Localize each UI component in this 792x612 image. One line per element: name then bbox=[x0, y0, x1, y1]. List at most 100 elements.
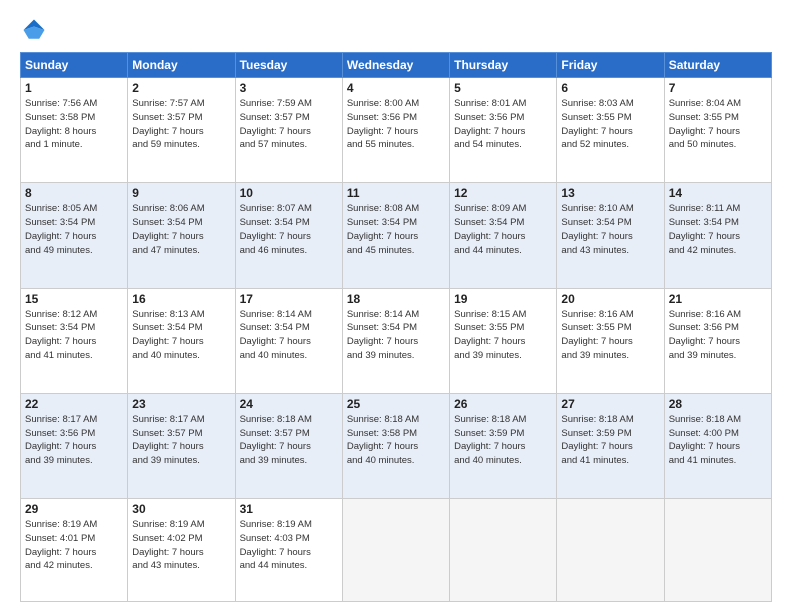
day-number: 7 bbox=[669, 81, 767, 95]
day-info: Sunrise: 8:12 AM Sunset: 3:54 PM Dayligh… bbox=[25, 308, 123, 363]
day-number: 29 bbox=[25, 502, 123, 516]
day-number: 21 bbox=[669, 292, 767, 306]
calendar-header-saturday: Saturday bbox=[664, 53, 771, 78]
day-number: 18 bbox=[347, 292, 445, 306]
calendar-cell: 5 Sunrise: 8:01 AM Sunset: 3:56 PM Daylig… bbox=[450, 78, 557, 183]
day-number: 22 bbox=[25, 397, 123, 411]
calendar-cell: 9 Sunrise: 8:06 AM Sunset: 3:54 PM Daylig… bbox=[128, 183, 235, 288]
day-number: 27 bbox=[561, 397, 659, 411]
day-info: Sunrise: 8:10 AM Sunset: 3:54 PM Dayligh… bbox=[561, 202, 659, 257]
calendar-cell: 19Sunrise: 8:15 AM Sunset: 3:55 PM Dayli… bbox=[450, 288, 557, 393]
calendar-cell: 2Sunrise: 7:57 AM Sunset: 3:57 PM Daylig… bbox=[128, 78, 235, 183]
calendar-cell: 26 Sunrise: 8:18 AM Sunset: 3:59 PM Dayli… bbox=[450, 393, 557, 498]
day-info: Sunrise: 8:05 AM Sunset: 3:54 PM Dayligh… bbox=[25, 202, 123, 257]
day-number: 26 bbox=[454, 397, 552, 411]
day-number: 4 bbox=[347, 81, 445, 95]
calendar-cell: 13Sunrise: 8:10 AM Sunset: 3:54 PM Dayli… bbox=[557, 183, 664, 288]
calendar-cell: 23Sunrise: 8:17 AM Sunset: 3:57 PM Dayli… bbox=[128, 393, 235, 498]
calendar-cell: 28 Sunrise: 8:18 AM Sunset: 4:00 PM Dayli… bbox=[664, 393, 771, 498]
day-info: Sunrise: 8:03 AM Sunset: 3:55 PM Dayligh… bbox=[561, 97, 659, 152]
day-info: Sunrise: 8:13 AM Sunset: 3:54 PM Dayligh… bbox=[132, 308, 230, 363]
day-info: Sunrise: 8:06 AM Sunset: 3:54 PM Dayligh… bbox=[132, 202, 230, 257]
day-info: Sunrise: 8:08 AM Sunset: 3:54 PM Dayligh… bbox=[347, 202, 445, 257]
calendar-cell: 31 Sunrise: 8:19 AM Sunset: 4:03 PM Dayli… bbox=[235, 499, 342, 602]
day-info: Sunrise: 8:04 AM Sunset: 3:55 PM Dayligh… bbox=[669, 97, 767, 152]
calendar-cell: 25 Sunrise: 8:18 AM Sunset: 3:58 PM Dayli… bbox=[342, 393, 449, 498]
calendar-cell: 27 Sunrise: 8:18 AM Sunset: 3:59 PM Dayli… bbox=[557, 393, 664, 498]
day-info: Sunrise: 8:18 AM Sunset: 3:59 PM Dayligh… bbox=[561, 413, 659, 468]
calendar-header-monday: Monday bbox=[128, 53, 235, 78]
calendar-header-thursday: Thursday bbox=[450, 53, 557, 78]
logo-icon bbox=[20, 16, 48, 44]
calendar-cell bbox=[450, 499, 557, 602]
day-info: Sunrise: 8:17 AM Sunset: 3:56 PM Dayligh… bbox=[25, 413, 123, 468]
day-info: Sunrise: 8:18 AM Sunset: 4:00 PM Dayligh… bbox=[669, 413, 767, 468]
day-info: Sunrise: 8:14 AM Sunset: 3:54 PM Dayligh… bbox=[347, 308, 445, 363]
day-number: 23 bbox=[132, 397, 230, 411]
calendar-cell: 12Sunrise: 8:09 AM Sunset: 3:54 PM Dayli… bbox=[450, 183, 557, 288]
day-number: 31 bbox=[240, 502, 338, 516]
day-number: 30 bbox=[132, 502, 230, 516]
calendar-cell: 7 Sunrise: 8:04 AM Sunset: 3:55 PM Daylig… bbox=[664, 78, 771, 183]
day-number: 5 bbox=[454, 81, 552, 95]
calendar-cell: 14 Sunrise: 8:11 AM Sunset: 3:54 PM Dayli… bbox=[664, 183, 771, 288]
day-number: 20 bbox=[561, 292, 659, 306]
day-info: Sunrise: 8:01 AM Sunset: 3:56 PM Dayligh… bbox=[454, 97, 552, 152]
calendar-table: SundayMondayTuesdayWednesdayThursdayFrid… bbox=[20, 52, 772, 602]
calendar-header-tuesday: Tuesday bbox=[235, 53, 342, 78]
day-number: 25 bbox=[347, 397, 445, 411]
calendar-cell bbox=[557, 499, 664, 602]
day-number: 8 bbox=[25, 186, 123, 200]
calendar-cell: 3 Sunrise: 7:59 AM Sunset: 3:57 PM Daylig… bbox=[235, 78, 342, 183]
day-number: 11 bbox=[347, 186, 445, 200]
day-info: Sunrise: 7:56 AM Sunset: 3:58 PM Dayligh… bbox=[25, 97, 123, 152]
day-number: 3 bbox=[240, 81, 338, 95]
calendar-cell: 18 Sunrise: 8:14 AM Sunset: 3:54 PM Dayli… bbox=[342, 288, 449, 393]
calendar-cell bbox=[342, 499, 449, 602]
calendar-cell: 16 Sunrise: 8:13 AM Sunset: 3:54 PM Dayli… bbox=[128, 288, 235, 393]
calendar-cell: 22 Sunrise: 8:17 AM Sunset: 3:56 PM Dayli… bbox=[21, 393, 128, 498]
calendar-week-row: 22 Sunrise: 8:17 AM Sunset: 3:56 PM Dayli… bbox=[21, 393, 772, 498]
day-info: Sunrise: 8:18 AM Sunset: 3:59 PM Dayligh… bbox=[454, 413, 552, 468]
day-info: Sunrise: 8:11 AM Sunset: 3:54 PM Dayligh… bbox=[669, 202, 767, 257]
calendar-cell: 24Sunrise: 8:18 AM Sunset: 3:57 PM Dayli… bbox=[235, 393, 342, 498]
logo bbox=[20, 16, 52, 44]
calendar-cell: 11 Sunrise: 8:08 AM Sunset: 3:54 PM Dayli… bbox=[342, 183, 449, 288]
calendar-week-row: 8 Sunrise: 8:05 AM Sunset: 3:54 PM Daylig… bbox=[21, 183, 772, 288]
calendar-header-friday: Friday bbox=[557, 53, 664, 78]
day-number: 14 bbox=[669, 186, 767, 200]
calendar-week-row: 1Sunrise: 7:56 AM Sunset: 3:58 PM Daylig… bbox=[21, 78, 772, 183]
day-info: Sunrise: 7:57 AM Sunset: 3:57 PM Dayligh… bbox=[132, 97, 230, 152]
calendar-cell: 20 Sunrise: 8:16 AM Sunset: 3:55 PM Dayli… bbox=[557, 288, 664, 393]
day-number: 17 bbox=[240, 292, 338, 306]
day-info: Sunrise: 8:00 AM Sunset: 3:56 PM Dayligh… bbox=[347, 97, 445, 152]
day-info: Sunrise: 7:59 AM Sunset: 3:57 PM Dayligh… bbox=[240, 97, 338, 152]
calendar-cell: 4 Sunrise: 8:00 AM Sunset: 3:56 PM Daylig… bbox=[342, 78, 449, 183]
calendar-week-row: 29 Sunrise: 8:19 AM Sunset: 4:01 PM Dayli… bbox=[21, 499, 772, 602]
calendar-cell: 10 Sunrise: 8:07 AM Sunset: 3:54 PM Dayli… bbox=[235, 183, 342, 288]
day-info: Sunrise: 8:09 AM Sunset: 3:54 PM Dayligh… bbox=[454, 202, 552, 257]
day-info: Sunrise: 8:19 AM Sunset: 4:01 PM Dayligh… bbox=[25, 518, 123, 573]
calendar-cell bbox=[664, 499, 771, 602]
day-number: 10 bbox=[240, 186, 338, 200]
calendar-cell: 15 Sunrise: 8:12 AM Sunset: 3:54 PM Dayli… bbox=[21, 288, 128, 393]
calendar-week-row: 15 Sunrise: 8:12 AM Sunset: 3:54 PM Dayli… bbox=[21, 288, 772, 393]
calendar-cell: 1Sunrise: 7:56 AM Sunset: 3:58 PM Daylig… bbox=[21, 78, 128, 183]
day-info: Sunrise: 8:16 AM Sunset: 3:55 PM Dayligh… bbox=[561, 308, 659, 363]
day-info: Sunrise: 8:15 AM Sunset: 3:55 PM Dayligh… bbox=[454, 308, 552, 363]
day-number: 9 bbox=[132, 186, 230, 200]
calendar-header-sunday: Sunday bbox=[21, 53, 128, 78]
day-info: Sunrise: 8:18 AM Sunset: 3:58 PM Dayligh… bbox=[347, 413, 445, 468]
header bbox=[20, 16, 772, 44]
day-number: 15 bbox=[25, 292, 123, 306]
page: SundayMondayTuesdayWednesdayThursdayFrid… bbox=[0, 0, 792, 612]
calendar-cell: 21Sunrise: 8:16 AM Sunset: 3:56 PM Dayli… bbox=[664, 288, 771, 393]
calendar-cell: 29 Sunrise: 8:19 AM Sunset: 4:01 PM Dayli… bbox=[21, 499, 128, 602]
calendar-cell: 30Sunrise: 8:19 AM Sunset: 4:02 PM Dayli… bbox=[128, 499, 235, 602]
day-number: 24 bbox=[240, 397, 338, 411]
day-info: Sunrise: 8:19 AM Sunset: 4:03 PM Dayligh… bbox=[240, 518, 338, 573]
day-number: 16 bbox=[132, 292, 230, 306]
day-info: Sunrise: 8:07 AM Sunset: 3:54 PM Dayligh… bbox=[240, 202, 338, 257]
calendar-header-wednesday: Wednesday bbox=[342, 53, 449, 78]
day-number: 28 bbox=[669, 397, 767, 411]
